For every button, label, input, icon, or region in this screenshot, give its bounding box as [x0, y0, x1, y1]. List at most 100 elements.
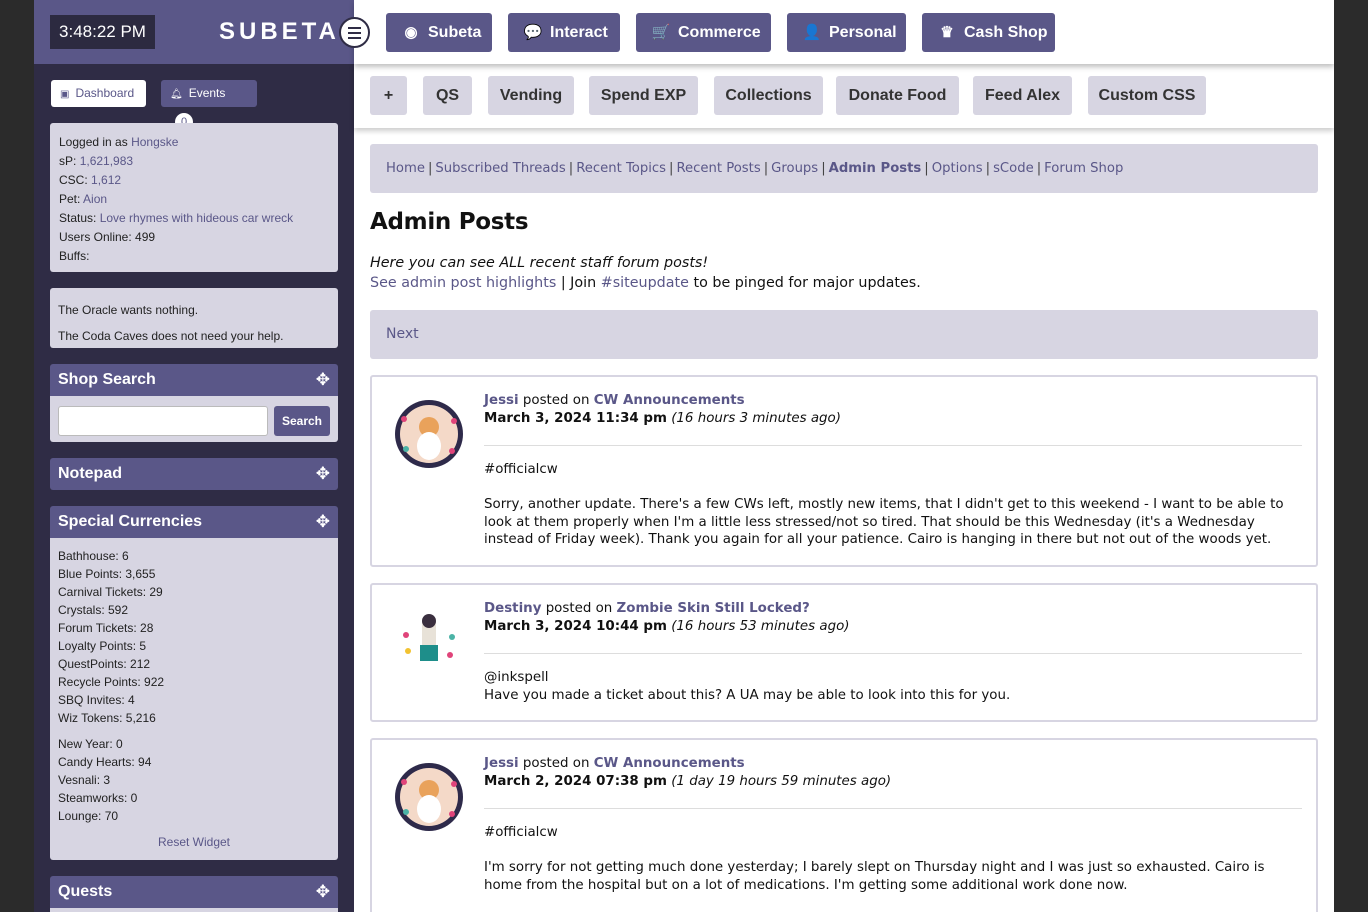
- currencies-widget-header: Special Currencies ✥: [50, 506, 338, 538]
- shop-search-input[interactable]: [58, 406, 268, 436]
- nav-personal-button[interactable]: 👤 Personal: [787, 13, 906, 52]
- post-age: (1 day 19 hours 59 minutes ago): [671, 774, 892, 789]
- csc-value[interactable]: 1,612: [91, 173, 121, 187]
- events-label: Events: [188, 86, 226, 100]
- crumb-admin-posts[interactable]: Admin Posts: [829, 161, 922, 176]
- admin-highlights-link[interactable]: See admin post highlights: [370, 275, 556, 291]
- post-date: March 3, 2024 10:44 pm: [484, 619, 667, 634]
- currency-item: Forum Tickets: 28: [58, 621, 154, 635]
- intro-text: Here you can see ALL recent staff forum …: [370, 255, 709, 271]
- nav-label: Subeta: [428, 24, 482, 41]
- user-avatar[interactable]: [394, 607, 464, 677]
- cart-icon: 🛒: [651, 24, 671, 41]
- shop-search-title: Shop Search: [58, 371, 156, 388]
- oracle-text[interactable]: The Oracle wants nothing.: [58, 297, 330, 323]
- user-avatar[interactable]: [394, 762, 464, 832]
- nav-label: Commerce: [678, 24, 761, 41]
- crumb-recent-topics[interactable]: Recent Topics: [576, 161, 666, 176]
- post-thread-link[interactable]: CW Announcements: [594, 393, 745, 408]
- custom-css-button[interactable]: Custom CSS: [1088, 76, 1206, 115]
- buffs-label: Buffs:: [59, 249, 90, 263]
- post-author-link[interactable]: Destiny: [484, 601, 541, 616]
- nav-cash-shop-button[interactable]: ♛ Cash Shop: [922, 13, 1055, 52]
- sp-value[interactable]: 1,621,983: [80, 154, 133, 168]
- donate-food-button[interactable]: Donate Food: [836, 76, 959, 115]
- user-icon: 👤: [802, 24, 822, 41]
- admin-post: Destiny posted on Zombie Skin Still Lock…: [370, 583, 1318, 722]
- post-body: @inkspell Have you made a ticket about t…: [484, 669, 1304, 704]
- intro-tail: to be pinged for major updates.: [688, 275, 921, 291]
- crumb-forum-shop[interactable]: Forum Shop: [1044, 161, 1123, 176]
- post-line: Have you made a ticket about this? A UA …: [484, 687, 1011, 703]
- crumb-options[interactable]: Options: [932, 161, 983, 176]
- crumb-groups[interactable]: Groups: [771, 161, 818, 176]
- feed-alex-button[interactable]: Feed Alex: [973, 76, 1072, 115]
- currencies-widget-body: Bathhouse: 6 Blue Points: 3,655 Carnival T…: [50, 538, 338, 860]
- crumb-subscribed-threads[interactable]: Subscribed Threads: [435, 161, 565, 176]
- user-avatar[interactable]: [394, 399, 464, 469]
- move-icon[interactable]: ✥: [316, 458, 330, 490]
- post-thread-link[interactable]: CW Announcements: [594, 756, 745, 771]
- shop-search-button[interactable]: Search: [274, 406, 330, 436]
- sidebar: 3:48:22 PM SUBETA ▣ Dashboard 🔔︎ Events0 L…: [34, 0, 354, 912]
- logged-in-label: Logged in as: [59, 135, 128, 149]
- post-meta: Jessi posted on CW Announcements March 2…: [484, 755, 891, 791]
- pet-link[interactable]: Aion: [83, 192, 107, 206]
- currency-item: Carnival Tickets: 29: [58, 585, 163, 599]
- crumb-scode[interactable]: sCode: [993, 161, 1034, 176]
- top-nav: ◉ Subeta 💬 Interact 🛒 Commerce 👤 Personal ♛ C…: [354, 0, 1334, 64]
- move-icon[interactable]: ✥: [316, 506, 330, 538]
- users-online-value: 499: [135, 230, 156, 244]
- crumb-home[interactable]: Home: [386, 161, 425, 176]
- quick-add-button[interactable]: +: [370, 76, 407, 115]
- post-author-link[interactable]: Jessi: [484, 393, 519, 408]
- siteupdate-link[interactable]: #siteupdate: [601, 275, 689, 291]
- post-divider: [484, 808, 1302, 809]
- reset-widget-link[interactable]: Reset Widget: [58, 833, 330, 851]
- site-logo[interactable]: SUBETA: [219, 17, 340, 47]
- qs-button[interactable]: QS: [423, 76, 472, 115]
- post-line: #officialcw: [484, 462, 558, 477]
- nav-commerce-button[interactable]: 🛒 Commerce: [636, 13, 771, 52]
- collections-button[interactable]: Collections: [714, 76, 823, 115]
- bell-icon: 🔔︎: [170, 89, 183, 100]
- dashboard-button[interactable]: ▣ Dashboard: [51, 80, 146, 107]
- post-body: #officialcw Sorry, another update. There…: [484, 461, 1304, 549]
- quests-widget-body: [50, 908, 338, 912]
- intro-links: See admin post highlights | Join #siteup…: [370, 275, 921, 291]
- post-age: (16 hours 53 minutes ago): [671, 619, 850, 634]
- pet-label: Pet:: [59, 192, 81, 206]
- post-date: March 3, 2024 11:34 pm: [484, 411, 667, 426]
- nav-subeta-button[interactable]: ◉ Subeta: [386, 13, 492, 52]
- compass-icon: ◉: [404, 24, 418, 41]
- vending-button[interactable]: Vending: [488, 76, 574, 115]
- move-icon[interactable]: ✥: [316, 876, 330, 908]
- nav-interact-button[interactable]: 💬 Interact: [508, 13, 620, 52]
- chat-bubbles-icon: 💬: [523, 24, 543, 41]
- status-link[interactable]: Love rhymes with hideous car wreck: [100, 211, 293, 225]
- clock: 3:48:22 PM: [50, 15, 155, 49]
- crumb-recent-posts[interactable]: Recent Posts: [676, 161, 760, 176]
- coda-caves-text[interactable]: The Coda Caves does not need your help.: [58, 323, 330, 349]
- next-page-link[interactable]: Next: [386, 326, 419, 342]
- spend-exp-button[interactable]: Spend EXP: [589, 76, 698, 115]
- currency-item: Steamworks: 0: [58, 791, 138, 805]
- post-thread-link[interactable]: Zombie Skin Still Locked?: [617, 601, 810, 616]
- quests-widget-header: Quests ✥: [50, 876, 338, 908]
- post-meta: Destiny posted on Zombie Skin Still Lock…: [484, 600, 850, 636]
- post-age: (16 hours 3 minutes ago): [671, 411, 841, 426]
- page-title: Admin Posts: [370, 209, 529, 235]
- posted-on-label: posted on: [522, 393, 590, 408]
- notepad-widget-header[interactable]: Notepad ✥: [50, 458, 338, 490]
- username-link[interactable]: Hongske: [131, 135, 178, 149]
- currency-item: Lounge: 70: [58, 809, 119, 823]
- move-icon[interactable]: ✥: [316, 364, 330, 396]
- currency-item: Vesnali: 3: [58, 773, 111, 787]
- events-button[interactable]: 🔔︎ Events0: [161, 80, 257, 131]
- post-divider: [484, 653, 1302, 654]
- hamburger-menu-button[interactable]: [339, 17, 370, 48]
- post-body: #officialcw I'm sorry for not getting mu…: [484, 824, 1304, 894]
- post-author-link[interactable]: Jessi: [484, 756, 519, 771]
- menu-line: [348, 37, 361, 39]
